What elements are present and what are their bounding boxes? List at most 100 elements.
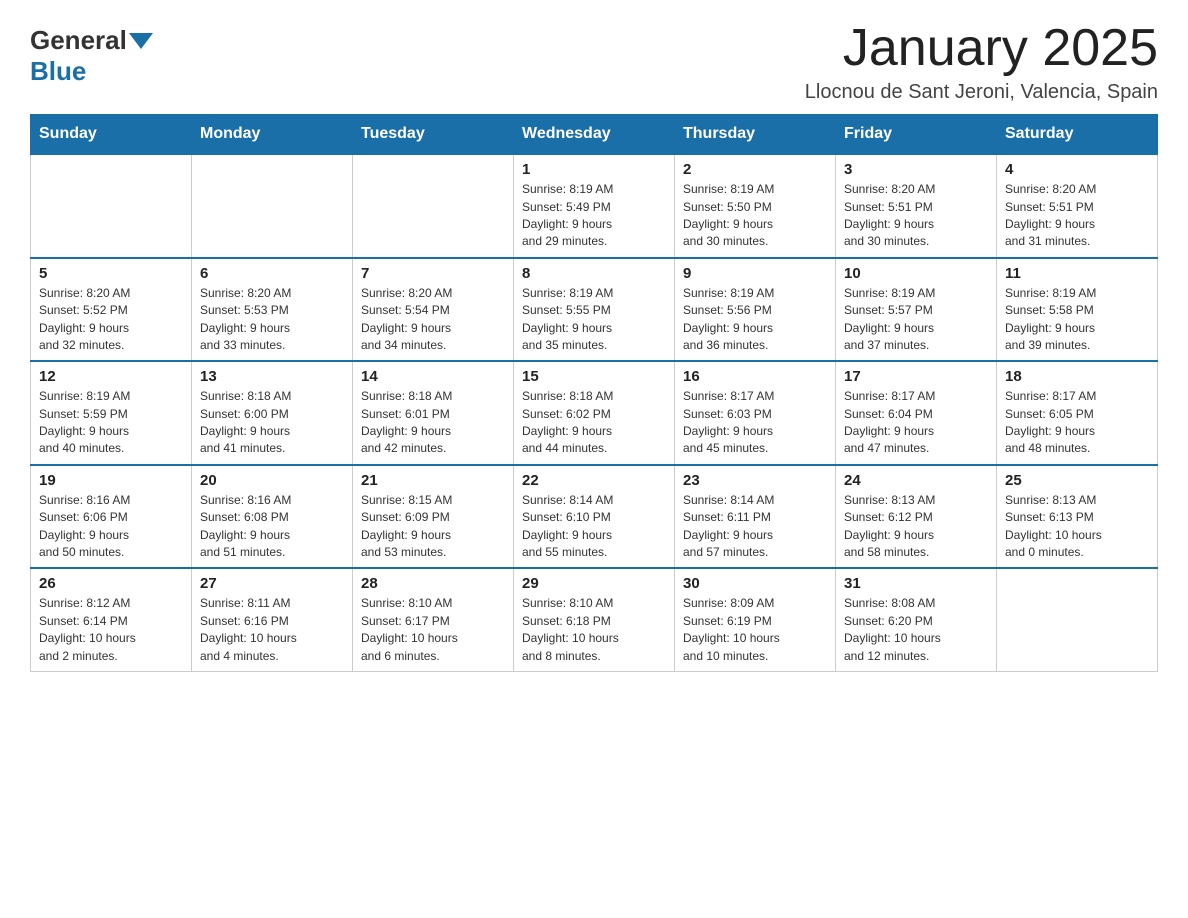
calendar-cell: 9 Sunrise: 8:19 AMSunset: 5:56 PMDaylight…: [675, 258, 836, 362]
day-number: 27: [200, 575, 344, 592]
day-number: 20: [200, 472, 344, 489]
day-info: Sunrise: 8:14 AMSunset: 6:10 PMDaylight:…: [522, 492, 666, 562]
day-number: 22: [522, 472, 666, 489]
calendar-cell: 17 Sunrise: 8:17 AMSunset: 6:04 PMDayligh…: [836, 361, 997, 465]
day-number: 6: [200, 265, 344, 282]
calendar-cell: 10Sunrise: 8:19 AMSunset: 5:57 PMDayligh…: [836, 258, 997, 362]
day-number: 5: [39, 265, 183, 282]
calendar-cell: 2Sunrise: 8:19 AMSunset: 5:50 PMDaylight…: [675, 154, 836, 258]
page-header: General Blue January 2025 Llocnou de San…: [30, 20, 1158, 104]
day-info: Sunrise: 8:13 AMSunset: 6:12 PMDaylight:…: [844, 492, 988, 562]
logo: General Blue: [30, 20, 155, 87]
calendar-cell: 24 Sunrise: 8:13 AMSunset: 6:12 PMDayligh…: [836, 465, 997, 569]
day-number: 29: [522, 575, 666, 592]
day-number: 11: [1005, 265, 1149, 282]
day-number: 28: [361, 575, 505, 592]
calendar-cell: 8 Sunrise: 8:19 AMSunset: 5:55 PMDaylight…: [514, 258, 675, 362]
weekday-header-tuesday: Tuesday: [353, 115, 514, 155]
calendar-cell: 21 Sunrise: 8:15 AMSunset: 6:09 PMDayligh…: [353, 465, 514, 569]
day-number: 24: [844, 472, 988, 489]
day-number: 26: [39, 575, 183, 592]
calendar-cell: [192, 154, 353, 258]
day-number: 16: [683, 368, 827, 385]
day-number: 19: [39, 472, 183, 489]
day-info: Sunrise: 8:17 AMSunset: 6:03 PMDaylight:…: [683, 388, 827, 458]
calendar-cell: [353, 154, 514, 258]
day-number: 25: [1005, 472, 1149, 489]
calendar-cell: 6 Sunrise: 8:20 AMSunset: 5:53 PMDaylight…: [192, 258, 353, 362]
day-number: 2: [683, 161, 827, 178]
day-info: Sunrise: 8:16 AMSunset: 6:06 PMDaylight:…: [39, 492, 183, 562]
calendar-cell: 4 Sunrise: 8:20 AMSunset: 5:51 PMDaylight…: [997, 154, 1158, 258]
calendar-cell: 28 Sunrise: 8:10 AMSunset: 6:17 PMDayligh…: [353, 568, 514, 671]
day-info: Sunrise: 8:10 AMSunset: 6:17 PMDaylight:…: [361, 595, 505, 665]
title-block: January 2025 Llocnou de Sant Jeroni, Val…: [805, 20, 1158, 104]
day-info: Sunrise: 8:09 AMSunset: 6:19 PMDaylight:…: [683, 595, 827, 665]
day-info: Sunrise: 8:17 AMSunset: 6:05 PMDaylight:…: [1005, 388, 1149, 458]
weekday-header-saturday: Saturday: [997, 115, 1158, 155]
calendar-cell: 19 Sunrise: 8:16 AMSunset: 6:06 PMDayligh…: [31, 465, 192, 569]
day-info: Sunrise: 8:20 AMSunset: 5:51 PMDaylight:…: [1005, 181, 1149, 251]
day-number: 9: [683, 265, 827, 282]
weekday-header-friday: Friday: [836, 115, 997, 155]
day-number: 10: [844, 265, 988, 282]
day-info: Sunrise: 8:19 AMSunset: 5:55 PMDaylight:…: [522, 285, 666, 355]
day-number: 31: [844, 575, 988, 592]
day-info: Sunrise: 8:19 AMSunset: 5:59 PMDaylight:…: [39, 388, 183, 458]
calendar-cell: 29 Sunrise: 8:10 AMSunset: 6:18 PMDayligh…: [514, 568, 675, 671]
day-number: 15: [522, 368, 666, 385]
calendar-cell: 12Sunrise: 8:19 AMSunset: 5:59 PMDayligh…: [31, 361, 192, 465]
calendar-cell: 1 Sunrise: 8:19 AMSunset: 5:49 PMDaylight…: [514, 154, 675, 258]
calendar-week-row: 1 Sunrise: 8:19 AMSunset: 5:49 PMDaylight…: [31, 154, 1158, 258]
day-info: Sunrise: 8:19 AMSunset: 5:49 PMDaylight:…: [522, 181, 666, 251]
day-number: 3: [844, 161, 988, 178]
calendar-cell: 14Sunrise: 8:18 AMSunset: 6:01 PMDayligh…: [353, 361, 514, 465]
calendar-cell: 23 Sunrise: 8:14 AMSunset: 6:11 PMDayligh…: [675, 465, 836, 569]
day-info: Sunrise: 8:18 AMSunset: 6:00 PMDaylight:…: [200, 388, 344, 458]
day-number: 18: [1005, 368, 1149, 385]
day-number: 13: [200, 368, 344, 385]
day-number: 30: [683, 575, 827, 592]
weekday-header-wednesday: Wednesday: [514, 115, 675, 155]
day-info: Sunrise: 8:18 AMSunset: 6:01 PMDaylight:…: [361, 388, 505, 458]
day-number: 4: [1005, 161, 1149, 178]
calendar-cell: 31 Sunrise: 8:08 AMSunset: 6:20 PMDayligh…: [836, 568, 997, 671]
calendar-cell: 11 Sunrise: 8:19 AMSunset: 5:58 PMDayligh…: [997, 258, 1158, 362]
day-info: Sunrise: 8:20 AMSunset: 5:54 PMDaylight:…: [361, 285, 505, 355]
calendar-cell: 20Sunrise: 8:16 AMSunset: 6:08 PMDayligh…: [192, 465, 353, 569]
day-info: Sunrise: 8:20 AMSunset: 5:53 PMDaylight:…: [200, 285, 344, 355]
calendar-cell: 5 Sunrise: 8:20 AMSunset: 5:52 PMDaylight…: [31, 258, 192, 362]
calendar-week-row: 5 Sunrise: 8:20 AMSunset: 5:52 PMDaylight…: [31, 258, 1158, 362]
day-info: Sunrise: 8:19 AMSunset: 5:58 PMDaylight:…: [1005, 285, 1149, 355]
day-info: Sunrise: 8:14 AMSunset: 6:11 PMDaylight:…: [683, 492, 827, 562]
calendar-cell: 16 Sunrise: 8:17 AMSunset: 6:03 PMDayligh…: [675, 361, 836, 465]
logo-blue-text: Blue: [30, 56, 86, 86]
day-number: 17: [844, 368, 988, 385]
calendar-week-row: 19 Sunrise: 8:16 AMSunset: 6:06 PMDayligh…: [31, 465, 1158, 569]
day-number: 8: [522, 265, 666, 282]
location-title: Llocnou de Sant Jeroni, Valencia, Spain: [805, 81, 1158, 104]
day-info: Sunrise: 8:15 AMSunset: 6:09 PMDaylight:…: [361, 492, 505, 562]
day-number: 1: [522, 161, 666, 178]
calendar-cell: [997, 568, 1158, 671]
calendar-cell: 3 Sunrise: 8:20 AMSunset: 5:51 PMDaylight…: [836, 154, 997, 258]
calendar-week-row: 12Sunrise: 8:19 AMSunset: 5:59 PMDayligh…: [31, 361, 1158, 465]
calendar-cell: 22 Sunrise: 8:14 AMSunset: 6:10 PMDayligh…: [514, 465, 675, 569]
day-info: Sunrise: 8:17 AMSunset: 6:04 PMDaylight:…: [844, 388, 988, 458]
calendar-week-row: 26Sunrise: 8:12 AMSunset: 6:14 PMDayligh…: [31, 568, 1158, 671]
day-info: Sunrise: 8:19 AMSunset: 5:56 PMDaylight:…: [683, 285, 827, 355]
day-info: Sunrise: 8:08 AMSunset: 6:20 PMDaylight:…: [844, 595, 988, 665]
day-info: Sunrise: 8:20 AMSunset: 5:52 PMDaylight:…: [39, 285, 183, 355]
day-number: 21: [361, 472, 505, 489]
calendar-cell: 18 Sunrise: 8:17 AMSunset: 6:05 PMDayligh…: [997, 361, 1158, 465]
day-info: Sunrise: 8:10 AMSunset: 6:18 PMDaylight:…: [522, 595, 666, 665]
weekday-header-sunday: Sunday: [31, 115, 192, 155]
logo-general-text: General: [30, 25, 127, 56]
day-info: Sunrise: 8:20 AMSunset: 5:51 PMDaylight:…: [844, 181, 988, 251]
day-info: Sunrise: 8:13 AMSunset: 6:13 PMDaylight:…: [1005, 492, 1149, 562]
weekday-header-monday: Monday: [192, 115, 353, 155]
day-number: 23: [683, 472, 827, 489]
day-info: Sunrise: 8:11 AMSunset: 6:16 PMDaylight:…: [200, 595, 344, 665]
calendar-cell: 27 Sunrise: 8:11 AMSunset: 6:16 PMDayligh…: [192, 568, 353, 671]
calendar-cell: 30 Sunrise: 8:09 AMSunset: 6:19 PMDayligh…: [675, 568, 836, 671]
